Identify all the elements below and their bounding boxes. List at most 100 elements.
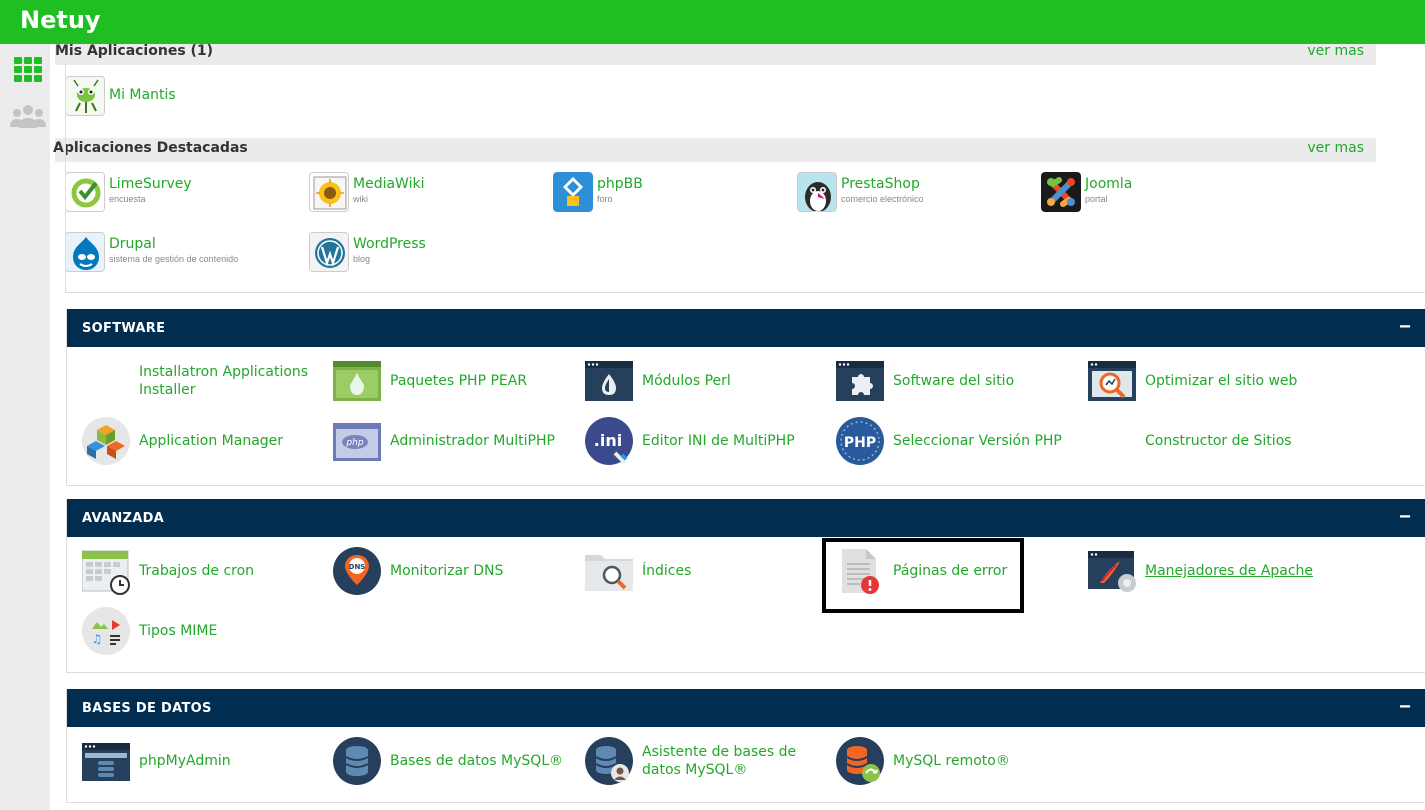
folder-search-icon [585, 555, 633, 591]
item-label: Índices [642, 563, 692, 579]
svg-text:DNS: DNS [349, 563, 366, 571]
advanced-collapse-button[interactable]: − [1395, 507, 1415, 527]
app-drupal[interactable]: Drupal sistema de gestión de contenido [65, 232, 305, 272]
item-label: Tipos MIME [139, 623, 218, 639]
app-category: portal [1085, 194, 1108, 204]
app-manager-icon [82, 417, 130, 465]
top-bar: Netuy [0, 0, 1425, 44]
databases-header[interactable]: BASES DE DATOS − [67, 689, 1425, 727]
advanced-header[interactable]: AVANZADA − [67, 499, 1425, 537]
software-item-site-builder[interactable]: Constructor de Sitios [1088, 416, 1338, 466]
advanced-item-dns-monitor[interactable]: DNS Monitorizar DNS [333, 546, 583, 596]
app-name: WordPress [353, 236, 426, 252]
users-icon[interactable] [10, 102, 46, 132]
app-phpbb[interactable]: phpBB foro [553, 172, 753, 212]
calendar-clock-icon [82, 550, 130, 595]
software-header[interactable]: SOFTWARE − [67, 309, 1425, 347]
app-category: wiki [353, 194, 368, 204]
app-wordpress[interactable]: WordPress blog [309, 232, 509, 272]
featured-more-link[interactable]: ver mas [1307, 140, 1364, 156]
perl-icon [585, 361, 633, 401]
db-item-mysql-databases[interactable]: Bases de datos MySQL® [333, 736, 583, 786]
svg-text:.ini: .ini [594, 431, 622, 450]
limesurvey-logo [65, 172, 105, 212]
apache-handlers-icon [1088, 551, 1136, 592]
item-label: Optimizar el sitio web [1145, 373, 1298, 389]
advanced-title: AVANZADA [82, 511, 165, 526]
svg-text:PHP: PHP [844, 435, 876, 451]
databases-title: BASES DE DATOS [82, 701, 212, 716]
advanced-panel: AVANZADA − Trabajos de cron DNS Monitori… [66, 499, 1425, 673]
software-collapse-button[interactable]: − [1395, 317, 1415, 337]
advanced-item-mime-types[interactable]: ♫ Tipos MIME [82, 606, 332, 656]
multiphp-icon: php [333, 423, 381, 461]
item-label: Módulos Perl [642, 373, 731, 389]
brand-title[interactable]: Netuy [20, 6, 101, 34]
mantis-logo [65, 76, 105, 116]
software-item-php-pear[interactable]: Paquetes PHP PEAR [333, 356, 583, 406]
sidebar [0, 44, 50, 810]
phpbb-logo [553, 172, 593, 212]
grid-icon[interactable] [13, 56, 43, 86]
app-category: encuesta [109, 194, 146, 204]
software-item-optimize[interactable]: Optimizar el sitio web [1088, 356, 1338, 406]
app-prestashop[interactable]: PrestaShop comercio electrónico [797, 172, 997, 212]
app-mediawiki[interactable]: MediaWiki wiki [309, 172, 509, 212]
app-category: comercio electrónico [841, 194, 924, 204]
mysql-db-icon [333, 737, 381, 785]
advanced-item-indexes[interactable]: Índices [585, 546, 835, 596]
my-apps-title: Mis Aplicaciones (1) [55, 44, 214, 59]
apps-border [65, 64, 66, 292]
app-mi-mantis[interactable]: Mi Mantis [65, 76, 205, 116]
app-name: Mi Mantis [109, 87, 176, 103]
software-item-site-software[interactable]: Software del sitio [836, 356, 1086, 406]
databases-collapse-button[interactable]: − [1395, 697, 1415, 717]
item-label: Bases de datos MySQL® [390, 753, 564, 769]
mysql-wizard-icon [585, 737, 633, 785]
main-content: Mis Aplicaciones (1) ver mas Mi Mantis A… [50, 44, 1425, 810]
app-limesurvey[interactable]: LimeSurvey encuesta [65, 172, 265, 212]
mysql-remote-icon [836, 737, 884, 785]
software-title: SOFTWARE [82, 321, 166, 336]
item-label: phpMyAdmin [139, 753, 231, 769]
db-item-mysql-wizard[interactable]: Asistente de bases de datos MySQL® [585, 736, 835, 786]
featured-title: Aplicaciones Destacadas [53, 140, 248, 156]
php-version-icon: PHP [836, 417, 884, 465]
app-category: foro [597, 194, 613, 204]
databases-panel: BASES DE DATOS − phpMyAdmin Bases de dat… [66, 689, 1425, 803]
software-item-installatron[interactable]: Installatron Applications Installer [82, 356, 332, 406]
item-label: Constructor de Sitios [1145, 433, 1292, 449]
mime-icon: ♫ [82, 607, 130, 655]
item-label: Installatron Applications Installer [139, 364, 309, 398]
software-panel: SOFTWARE − Installatron Applications Ins… [66, 309, 1425, 486]
app-joomla[interactable]: Joomla portal [1041, 172, 1241, 212]
puzzle-icon [836, 361, 884, 401]
mediawiki-logo [309, 172, 349, 212]
software-item-perl[interactable]: Módulos Perl [585, 356, 835, 406]
software-item-multiphp-ini[interactable]: .ini Editor INI de MultiPHP [585, 416, 835, 466]
item-label: Monitorizar DNS [390, 563, 504, 579]
db-item-phpmyadmin[interactable]: phpMyAdmin [82, 736, 332, 786]
app-category: sistema de gestión de contenido [109, 254, 239, 264]
app-name: PrestaShop [841, 176, 920, 192]
software-item-php-version[interactable]: PHP Seleccionar Versión PHP [836, 416, 1086, 466]
db-item-mysql-remote[interactable]: MySQL remoto® [836, 736, 1086, 786]
optimize-icon [1088, 361, 1136, 401]
item-label: Application Manager [139, 433, 284, 449]
app-name: Joomla [1085, 176, 1133, 192]
prestashop-logo [797, 172, 837, 212]
my-apps-more-link[interactable]: ver mas [1307, 44, 1364, 59]
item-label: Manejadores de Apache [1145, 563, 1314, 579]
phpmyadmin-icon [82, 743, 130, 781]
software-item-application-manager[interactable]: Application Manager [82, 416, 332, 466]
svg-text:♫: ♫ [92, 632, 103, 646]
wordpress-logo [309, 232, 349, 272]
app-name: Drupal [109, 236, 156, 252]
advanced-item-apache-handlers[interactable]: Manejadores de Apache [1088, 546, 1338, 596]
app-name: LimeSurvey [109, 176, 192, 192]
dns-pin-icon: DNS [333, 547, 381, 595]
software-item-multiphp-manager[interactable]: php Administrador MultiPHP [333, 416, 583, 466]
item-label: Software del sitio [893, 373, 1015, 389]
ini-icon: .ini [585, 417, 633, 465]
advanced-item-cron[interactable]: Trabajos de cron [82, 546, 332, 596]
